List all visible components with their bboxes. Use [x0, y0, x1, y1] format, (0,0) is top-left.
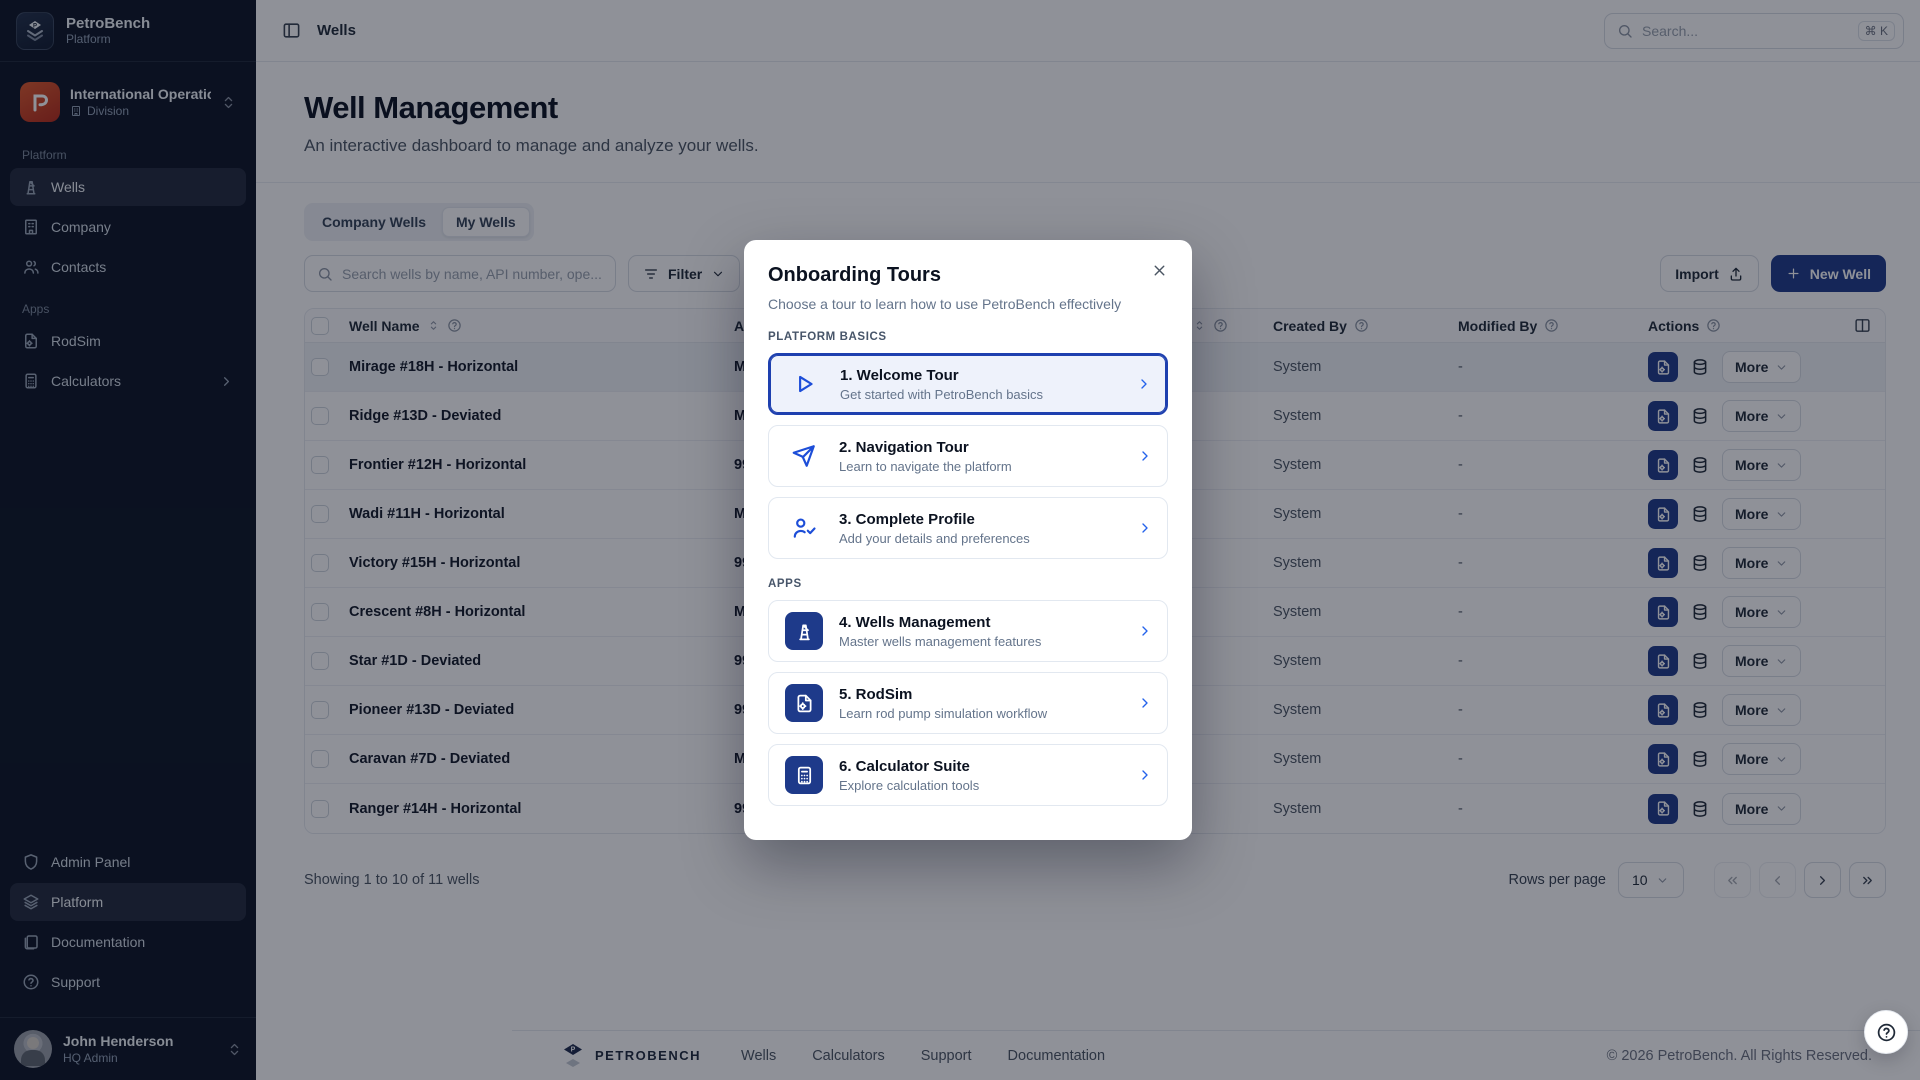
modal-title: Onboarding Tours: [768, 264, 1168, 287]
tour-sections: PLATFORM BASICS 1. Welcome Tour Get star…: [768, 331, 1168, 806]
tour-description: Add your details and preferences: [839, 531, 1121, 546]
tour-description: Learn to navigate the platform: [839, 459, 1121, 474]
tour-item[interactable]: 6. Calculator Suite Explore calculation …: [768, 744, 1168, 806]
tour-description: Master wells management features: [839, 634, 1121, 649]
calculator-app-icon: [785, 756, 823, 794]
chevron-right-icon: [1136, 376, 1152, 392]
chevron-right-icon: [1137, 520, 1153, 536]
derrick-app-icon: [785, 612, 823, 650]
tour-title: 5. RodSim: [839, 686, 1121, 703]
tour-section-label: PLATFORM BASICS: [768, 331, 1168, 343]
chevron-right-icon: [1137, 767, 1153, 783]
tour-description: Explore calculation tools: [839, 778, 1121, 793]
tour-description: Get started with PetroBench basics: [840, 387, 1120, 402]
tour-item[interactable]: 5. RodSim Learn rod pump simulation work…: [768, 672, 1168, 734]
usercheck-icon: [785, 515, 823, 541]
close-icon[interactable]: [1147, 258, 1172, 283]
chevron-right-icon: [1137, 448, 1153, 464]
rodsim-app-icon: [785, 684, 823, 722]
chevron-right-icon: [1137, 623, 1153, 639]
tour-item[interactable]: 1. Welcome Tour Get started with PetroBe…: [768, 353, 1168, 415]
tour-section-label: APPS: [768, 578, 1168, 590]
chevron-right-icon: [1137, 695, 1153, 711]
onboarding-tours-modal: Onboarding Tours Choose a tour to learn …: [744, 240, 1192, 840]
tour-title: 6. Calculator Suite: [839, 758, 1121, 775]
help-fab-button[interactable]: [1864, 1010, 1908, 1054]
tour-title: 4. Wells Management: [839, 614, 1121, 631]
tour-item[interactable]: 3. Complete Profile Add your details and…: [768, 497, 1168, 559]
play-icon: [786, 371, 824, 397]
modal-subtitle: Choose a tour to learn how to use PetroB…: [768, 296, 1168, 312]
tour-description: Learn rod pump simulation workflow: [839, 706, 1121, 721]
tour-title: 2. Navigation Tour: [839, 439, 1121, 456]
app-screen: P PetroBench Platform International Oper…: [0, 0, 1920, 1080]
tour-title: 1. Welcome Tour: [840, 367, 1120, 384]
tour-item[interactable]: 2. Navigation Tour Learn to navigate the…: [768, 425, 1168, 487]
send-icon: [785, 443, 823, 469]
tour-title: 3. Complete Profile: [839, 511, 1121, 528]
tour-item[interactable]: 4. Wells Management Master wells managem…: [768, 600, 1168, 662]
